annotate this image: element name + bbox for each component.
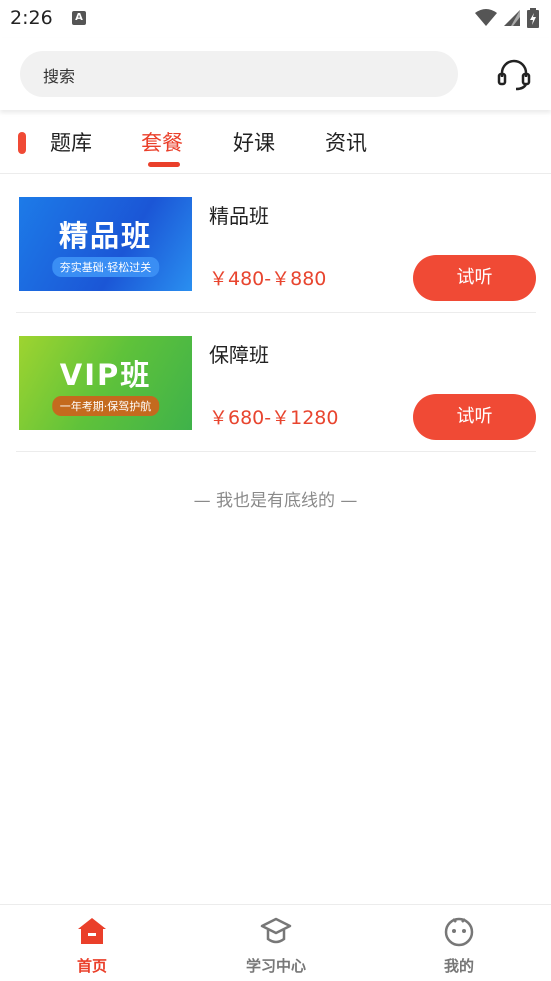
system-icons: [475, 8, 539, 28]
smiley-face-icon: [444, 917, 474, 947]
end-of-list-text: — 我也是有底线的 —: [193, 491, 358, 511]
tab-question-bank[interactable]: 题库: [50, 127, 92, 157]
list-item[interactable]: 精品班 夯实基础·轻松过关 精品班 ￥480-￥880 试听: [16, 174, 536, 313]
course-price: ￥680-￥1280: [209, 407, 339, 429]
course-thumbnail: 精品班 夯实基础·轻松过关: [19, 197, 192, 291]
signal-icon: [504, 10, 520, 26]
list-item[interactable]: VIP班 一年考期·保驾护航 保障班 ￥680-￥1280 试听: [16, 313, 536, 452]
home-icon: [78, 918, 106, 944]
status-time: 2:26: [10, 7, 53, 29]
active-tab-indicator: [148, 162, 180, 167]
search-header: 搜索: [0, 38, 551, 110]
tab-marker: [18, 132, 26, 154]
tab-courses[interactable]: 好课: [233, 127, 275, 157]
search-input[interactable]: 搜索: [20, 51, 458, 97]
tab-packages[interactable]: 套餐: [141, 127, 183, 157]
search-placeholder: 搜索: [43, 67, 76, 86]
trial-button[interactable]: 试听: [413, 394, 536, 440]
nav-label: 我的: [443, 957, 474, 975]
course-name: 保障班: [209, 343, 269, 367]
notification-icon: A: [72, 11, 86, 25]
battery-icon: [527, 8, 539, 28]
nav-label: 学习中心: [245, 957, 306, 975]
thumbnail-title: VIP班: [59, 358, 152, 392]
course-price: ￥480-￥880: [209, 268, 327, 290]
course-name: 精品班: [209, 204, 269, 228]
nav-study-center[interactable]: 学习中心: [216, 915, 336, 976]
thumbnail-title: 精品班: [58, 219, 152, 253]
thumbnail-subtitle: 一年考期·保驾护航: [51, 396, 160, 416]
bottom-nav: 首页 学习中心 我的: [0, 904, 551, 981]
nav-home[interactable]: 首页: [32, 915, 152, 976]
nav-profile[interactable]: 我的: [399, 915, 519, 976]
headset-icon[interactable]: [494, 55, 534, 95]
tab-news[interactable]: 资讯: [325, 127, 367, 157]
wifi-icon: [475, 9, 497, 26]
graduation-cap-icon: [260, 917, 292, 944]
course-thumbnail: VIP班 一年考期·保驾护航: [19, 336, 192, 430]
category-tabs: 题库 套餐 好课 资讯: [0, 110, 551, 174]
thumbnail-subtitle: 夯实基础·轻松过关: [51, 257, 160, 277]
status-bar: 2:26 A: [0, 0, 551, 38]
trial-button[interactable]: 试听: [413, 255, 536, 301]
nav-label: 首页: [76, 957, 107, 975]
